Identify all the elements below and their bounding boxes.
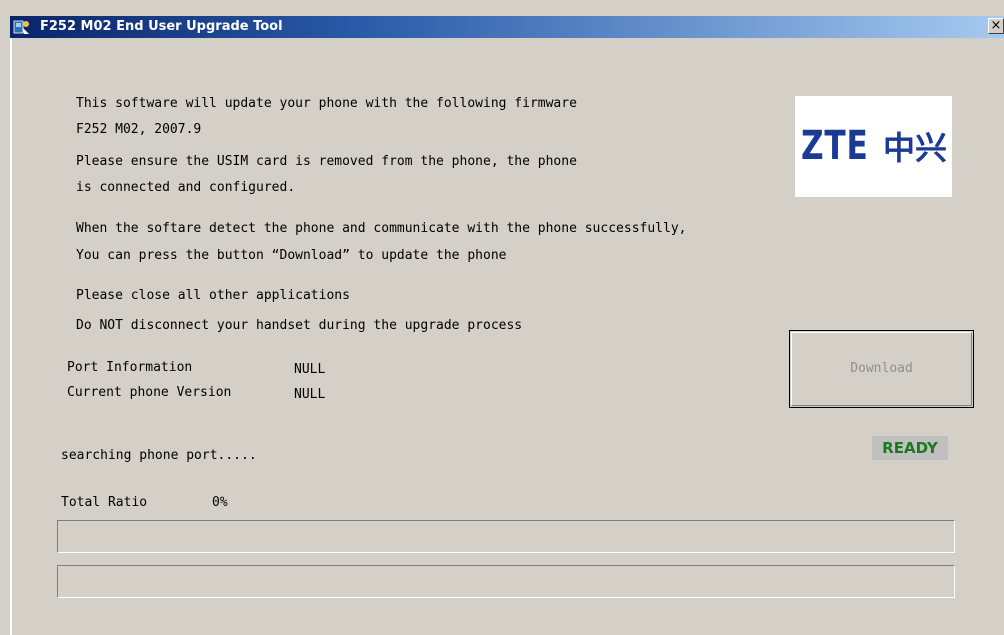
- firmware-version-text: F252 M02, 2007.9: [76, 122, 202, 137]
- total-progress-bar: [57, 520, 955, 553]
- download-button-bevel: [791, 332, 972, 406]
- info-text-line-5: When the softare detect the phone and co…: [76, 221, 687, 236]
- app-window: F252 M02 End User Upgrade Tool × This so…: [0, 0, 1004, 635]
- window-title: F252 M02 End User Upgrade Tool: [40, 19, 283, 34]
- close-button[interactable]: ×: [988, 18, 1004, 34]
- total-ratio-percent: 0%: [212, 495, 228, 510]
- app-icon: [13, 20, 29, 34]
- info-text-line-8: Do NOT disconnect your handset during th…: [76, 318, 523, 333]
- logo-chinese-text: 中兴: [883, 129, 948, 167]
- ready-status-badge: READY: [872, 436, 948, 460]
- title-bar[interactable]: F252 M02 End User Upgrade Tool ×: [10, 16, 1004, 38]
- status-message: searching phone port.....: [61, 448, 257, 463]
- info-text-line-4: is connected and configured.: [76, 180, 296, 195]
- port-info-label: Port Information: [67, 360, 193, 375]
- total-ratio-label: Total Ratio: [61, 495, 148, 510]
- info-text-line-6: You can press the button “Download” to u…: [76, 248, 507, 263]
- close-icon: ×: [990, 18, 1002, 33]
- secondary-progress-bar: [57, 565, 955, 598]
- logo-brand-text: ZTE: [801, 123, 869, 169]
- phone-version-value: NULL: [294, 387, 326, 402]
- phone-version-label: Current phone Version: [67, 385, 232, 400]
- port-info-value: NULL: [294, 362, 326, 377]
- info-text-line-7: Please close all other applications: [76, 288, 350, 303]
- download-button[interactable]: Download: [789, 330, 974, 408]
- info-text-line-3: Please ensure the USIM card is removed f…: [76, 154, 577, 169]
- info-text-line-1: This software will update your phone wit…: [76, 96, 577, 111]
- zte-logo: ZTE 中兴: [795, 96, 952, 197]
